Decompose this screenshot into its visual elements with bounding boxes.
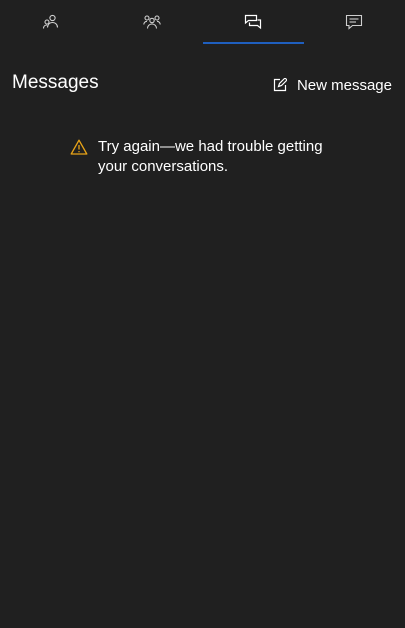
error-text: Try again—we had trouble getting your co… [98,137,323,177]
compose-icon [273,78,287,92]
person-icon [42,14,58,29]
conversations-icon [245,14,262,30]
tab-bar [0,0,405,44]
messages-header: Messages New message [0,70,405,100]
tab-groups[interactable] [101,0,202,44]
error-message: Try again—we had trouble getting your co… [70,137,350,177]
tab-underline [304,42,405,44]
tab-chat[interactable] [304,0,405,44]
error-text-line1: Try again—we had trouble getting [98,138,323,155]
people-group-icon [143,15,161,29]
tab-underline [0,42,101,44]
tab-underline [202,42,304,44]
warning-icon [70,139,88,155]
tab-conversations[interactable] [202,0,304,44]
new-message-button[interactable]: New message [273,74,392,96]
tab-contacts[interactable] [0,0,101,44]
error-text-line2: your conversations. [98,158,229,175]
new-message-label: New message [296,76,392,94]
tab-underline [101,42,202,44]
page-title: Messages [12,72,99,93]
app-window: Messages New message Try again—we had tr… [0,0,405,628]
chat-bubble-icon [346,14,363,30]
